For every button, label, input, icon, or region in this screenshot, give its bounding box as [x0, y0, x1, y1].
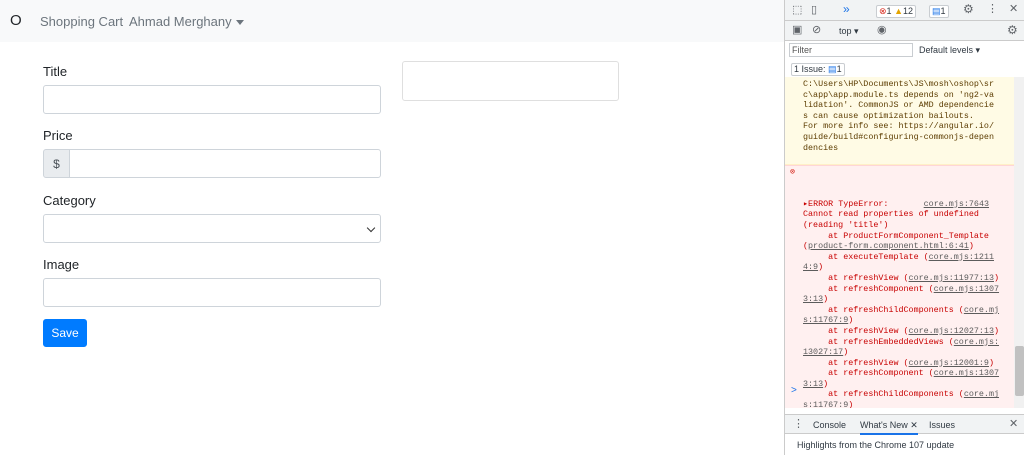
source-link[interactable]: core.mjs:1307 — [934, 368, 999, 378]
drawer-tabbar: ⋮ Console What's New ✕ Issues ✕ — [785, 414, 1024, 435]
category-select[interactable] — [43, 214, 381, 243]
stack-trace-line: 3:13) — [803, 378, 829, 389]
category-label: Category — [43, 193, 96, 208]
console-messages: C:\Users\HP\Documents\JS\mosh\oshop\sr c… — [785, 77, 1014, 408]
image-url-input[interactable] — [43, 278, 381, 307]
source-link[interactable]: 3:13 — [803, 379, 823, 389]
stack-trace-line: at refreshChildComponents (core.mj — [803, 389, 1000, 400]
shopping-cart-link[interactable]: Shopping Cart — [40, 14, 123, 29]
stack-trace-line: at refreshEmbeddedViews (core.mjs: — [803, 336, 1000, 347]
source-link[interactable]: product-form.component.html:6:41 — [808, 241, 969, 251]
more-tabs-icon[interactable]: » — [843, 3, 850, 15]
title-label: Title — [43, 64, 68, 79]
sidebar-toggle-icon[interactable]: ▣ — [792, 25, 802, 36]
console-warning-message: C:\Users\HP\Documents\JS\mosh\oshop\sr c… — [785, 77, 1014, 165]
scrollbar-thumb[interactable] — [1015, 346, 1024, 396]
whats-new-headline: Highlights from the Chrome 107 update — [797, 440, 955, 450]
gear-icon[interactable]: ⚙ — [1007, 24, 1018, 36]
stack-trace-line: at refreshChildComponents (core.mj — [803, 304, 1000, 315]
log-levels-dropdown[interactable]: Default levels ▾ — [919, 45, 980, 56]
source-link[interactable]: 4:9 — [803, 262, 818, 272]
devtools-panel: ⬚ ▯ » ⊗1 ▲12 ▤1 ⚙ ⋮ ✕ ▣ ⊘ top ▾ ◉ ⚙ Filt… — [784, 0, 1024, 455]
navbar-brand[interactable]: O — [10, 12, 22, 29]
inspect-element-icon[interactable]: ⬚ — [792, 5, 802, 16]
stack-trace-line: at executeTemplate (core.mjs:1211 — [803, 251, 994, 262]
console-prompt[interactable]: > — [791, 385, 797, 396]
message-icon: ▤ — [828, 64, 837, 74]
price-input[interactable] — [69, 149, 381, 178]
source-link[interactable]: 3:13 — [803, 294, 823, 304]
error-icon: ⊗ — [879, 6, 887, 16]
stack-trace-line: at ProductFormComponent_Template — [803, 230, 989, 241]
console-toolbar: ▣ ⊘ top ▾ ◉ ⚙ — [785, 21, 1024, 41]
save-button[interactable]: Save — [43, 319, 87, 347]
user-name: Ahmad Merghany — [129, 14, 232, 29]
product-preview-card — [402, 61, 619, 101]
source-link[interactable]: 13027:17 — [803, 347, 843, 357]
stack-trace-line: (reading 'title') — [803, 219, 889, 230]
source-link[interactable]: core.mjs:12001:9 — [909, 358, 989, 368]
stack-trace-line: 4:9) — [803, 262, 824, 273]
message-icon: ▤ — [932, 6, 941, 16]
stack-trace-line: at refreshView (core.mjs:12001:9) — [803, 357, 994, 368]
console-error-message: ⊗ ▸ERROR TypeError: core.mjs:7643 Cannot … — [785, 165, 1014, 408]
issues-counter[interactable]: ▤1 — [929, 5, 949, 18]
price-currency-prefix: $ — [43, 149, 70, 178]
kebab-menu-icon[interactable]: ⋮ — [793, 419, 804, 430]
error-warning-counter[interactable]: ⊗1 ▲12 — [876, 5, 917, 18]
user-menu-dropdown[interactable]: Ahmad Merghany — [129, 14, 244, 29]
stack-trace-line: 13027:17) — [803, 347, 849, 358]
source-link[interactable]: s:11767:9 — [803, 315, 848, 325]
stack-trace-line: (product-form.component.html:6:41) — [803, 241, 974, 252]
stack-trace-line: 3:13) — [803, 294, 829, 305]
source-link[interactable]: s:11767:9 — [803, 400, 848, 408]
context-selector[interactable]: top ▾ — [839, 26, 859, 37]
console-filter-input[interactable]: Filter — [789, 43, 913, 57]
device-toolbar-icon[interactable]: ▯ — [811, 5, 817, 16]
source-link[interactable]: core.mjs:1211 — [929, 252, 994, 262]
navbar: O Shopping Cart Ahmad Merghany — [0, 0, 784, 42]
close-icon[interactable]: ✕ — [1009, 419, 1018, 430]
source-link[interactable]: core.mjs:1307 — [934, 284, 999, 294]
close-tab-icon[interactable]: ✕ — [910, 420, 918, 430]
gear-icon[interactable]: ⚙ — [963, 3, 974, 15]
source-link[interactable]: core.mj — [964, 389, 999, 399]
stack-trace-line: s:11767:9) — [803, 400, 1010, 408]
chevron-down-icon — [235, 20, 244, 26]
kebab-menu-icon[interactable]: ⋮ — [987, 4, 998, 15]
source-link[interactable]: core.mjs:7643 — [924, 199, 989, 209]
source-link[interactable]: core.mjs:12027:13 — [909, 326, 994, 336]
app-page: O Shopping Cart Ahmad Merghany Title Pri… — [0, 0, 784, 455]
error-icon: ⊗ — [790, 167, 796, 177]
warning-icon: ▲ — [894, 6, 903, 16]
stack-trace-line: at refreshComponent (core.mjs:1307 — [803, 368, 1000, 379]
price-label: Price — [43, 128, 73, 143]
stack-trace-line: ▸ERROR TypeError: core.mjs:7643 — [803, 198, 989, 209]
tab-console[interactable]: Console — [813, 420, 846, 430]
title-input[interactable] — [43, 85, 381, 114]
source-link[interactable]: core.mj — [964, 305, 999, 315]
stack-trace-line: at refreshComponent (core.mjs:1307 — [803, 283, 1000, 294]
stack-trace-line: at refreshView (core.mjs:11977:13) — [803, 272, 1000, 283]
image-label: Image — [43, 257, 80, 272]
devtools-toolbar: ⬚ ▯ » ⊗1 ▲12 ▤1 ⚙ ⋮ ✕ — [785, 0, 1024, 21]
console-scrollbar[interactable] — [1014, 77, 1024, 408]
chevron-down-icon — [366, 223, 376, 233]
stack-trace-line: at refreshView (core.mjs:12027:13) — [803, 325, 1000, 336]
clear-console-icon[interactable]: ⊘ — [812, 25, 821, 36]
eye-icon[interactable]: ◉ — [877, 25, 887, 36]
tab-whats-new[interactable]: What's New ✕ — [860, 420, 918, 435]
stack-trace-line: s:11767:9) — [803, 315, 854, 326]
source-link[interactable]: core.mjs: — [954, 337, 999, 347]
tab-issues[interactable]: Issues — [929, 420, 955, 430]
close-icon[interactable]: ✕ — [1009, 4, 1018, 15]
issues-link[interactable]: 1 Issue: ▤1 — [791, 63, 845, 76]
stack-trace-line: Cannot read properties of undefined — [803, 209, 979, 220]
source-link[interactable]: core.mjs:11977:13 — [909, 273, 994, 283]
